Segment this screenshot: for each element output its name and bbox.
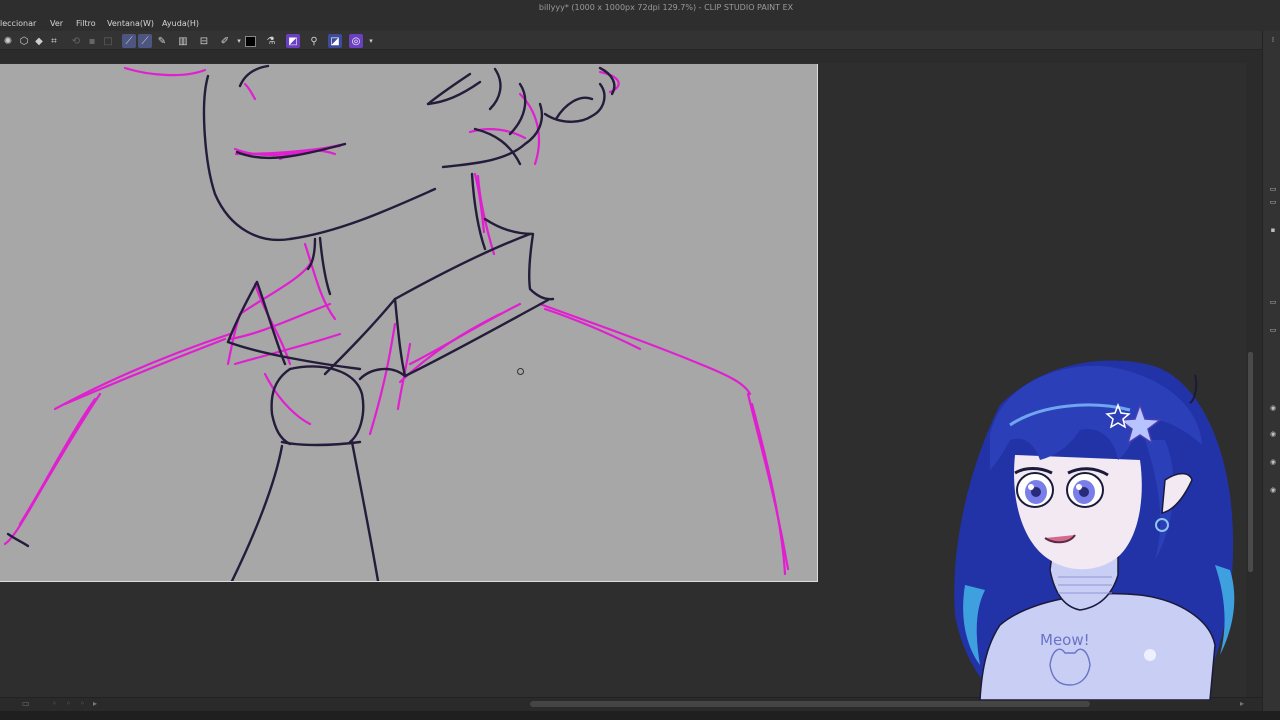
layer-visibility-icon-4[interactable]: ◉ (1268, 486, 1278, 494)
menu-seleccionar[interactable]: leccionar (0, 16, 36, 31)
rotate-icon[interactable]: ◦ (80, 699, 85, 708)
menu-ayuda[interactable]: Ayuda(H) (162, 16, 199, 31)
brush-icon[interactable]: ✐ (218, 34, 232, 48)
menu-filtro[interactable]: Filtro (76, 16, 96, 31)
mask-icon[interactable]: ◩ (286, 34, 300, 48)
panel-icon-2[interactable]: ▭ (1268, 198, 1278, 206)
fill-icon[interactable]: ⬡ (17, 34, 31, 48)
eraser-icon[interactable]: ▥ (176, 34, 190, 48)
pencil-icon[interactable]: ✎ (155, 34, 169, 48)
move-icon[interactable]: ◆ (32, 34, 46, 48)
panel-icon-4[interactable]: ▭ (1268, 298, 1278, 306)
panel-icon-3[interactable]: ▪ (1268, 226, 1278, 234)
lasso-icon[interactable]: ✺ (1, 34, 15, 48)
menu-ventana[interactable]: Ventana(W) (107, 16, 154, 31)
color-black-icon[interactable] (245, 36, 256, 47)
layer-visibility-icon-2[interactable]: ◉ (1268, 430, 1278, 438)
navigator-icon[interactable]: ▭ (22, 699, 30, 708)
drawing-canvas[interactable] (0, 64, 818, 582)
menu-bar: leccionar Ver Filtro Ventana(W) Ayuda(H) (0, 16, 1280, 31)
flip-icon[interactable]: ▸ (93, 699, 97, 708)
sweater-text: Meow! (1040, 631, 1090, 649)
pen-active-icon[interactable]: ⟋ (122, 34, 136, 48)
bottom-strip (0, 711, 1280, 720)
panel-icon-1[interactable]: ▭ (1268, 185, 1278, 193)
redo-icon[interactable]: ▪ (85, 34, 99, 48)
panel-collapse-icon[interactable]: ⁞ (1268, 36, 1278, 44)
panel-icon-5[interactable]: ▭ (1268, 326, 1278, 334)
clear-icon[interactable]: □ (101, 34, 115, 48)
selection-purple-icon[interactable]: ◎ (349, 34, 363, 48)
zoom-out-icon[interactable]: ◦ (52, 699, 57, 708)
menu-ver[interactable]: Ver (50, 16, 63, 31)
chevron-down-icon[interactable]: ▾ (232, 34, 246, 48)
title-bar: billyyy* (1000 x 1000px 72dpi 129.7%) - … (0, 0, 1280, 16)
pen-active-icon-2[interactable]: ⟋ (138, 34, 152, 48)
scroll-right-icon[interactable]: ▸ (1240, 699, 1244, 708)
sub-toolbar (0, 51, 1280, 63)
chevron-down-icon-2[interactable]: ▾ (364, 34, 378, 48)
transform-icon[interactable]: ⌗ (47, 34, 61, 48)
layer-visibility-icon[interactable]: ◉ (1268, 404, 1278, 412)
vector-icon[interactable]: ◪ (328, 34, 342, 48)
zoom-in-icon[interactable]: ◦ (66, 699, 71, 708)
ruler-icon[interactable]: ⊟ (197, 34, 211, 48)
horizontal-scrollbar-thumb[interactable] (530, 701, 1090, 707)
brush-cursor (517, 368, 524, 375)
command-toolbar: ✺ ⬡ ◆ ⌗ ⟲ ▪ □ ⟋ ⟋ ✎ ▥ ⊟ ✐ ▾ ⚗ ◩ ⚲ ◪ ◎ ▾ (0, 31, 1280, 50)
fill-bucket-icon[interactable]: ⚲ (307, 34, 321, 48)
window-title: billyyy* (1000 x 1000px 72dpi 129.7%) - … (538, 3, 794, 12)
right-panel-edge (1262, 31, 1280, 711)
dropper-icon[interactable]: ⚗ (264, 34, 278, 48)
sketch-artwork (3, 64, 790, 581)
layer-visibility-icon-3[interactable]: ◉ (1268, 458, 1278, 466)
vtuber-avatar: Meow! (954, 360, 1235, 700)
undo-icon[interactable]: ⟲ (69, 34, 83, 48)
